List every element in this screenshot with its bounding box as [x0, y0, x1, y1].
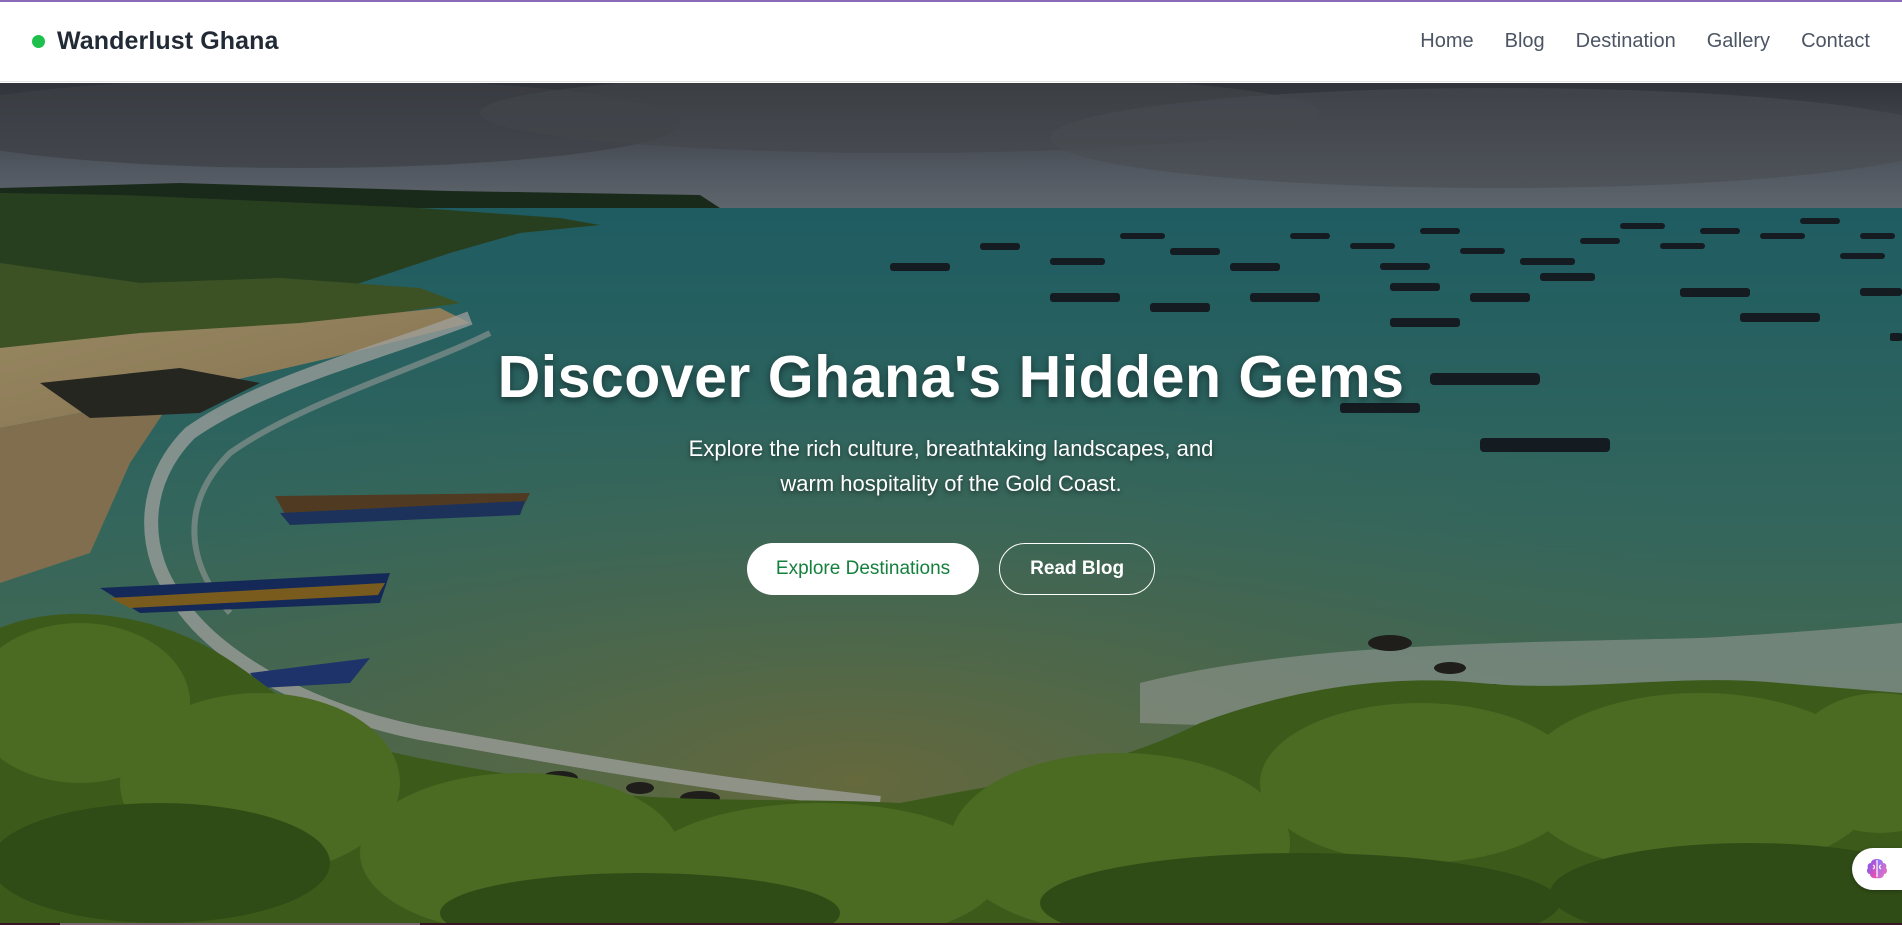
hero-content: Discover Ghana's Hidden Gems Explore the…	[0, 343, 1902, 595]
nav-link-destination[interactable]: Destination	[1576, 30, 1676, 53]
hero-title: Discover Ghana's Hidden Gems	[497, 344, 1405, 410]
nav-link-contact[interactable]: Contact	[1801, 30, 1870, 53]
brand-name[interactable]: Wanderlust Ghana	[57, 27, 279, 56]
read-blog-button[interactable]: Read Blog	[999, 543, 1156, 595]
main-nav: Home Blog Destination Gallery Contact	[1420, 30, 1870, 53]
brand-dot-icon	[32, 35, 45, 48]
brain-icon	[1866, 859, 1888, 879]
hero-buttons: Explore Destinations Read Blog	[0, 543, 1902, 595]
nav-link-gallery[interactable]: Gallery	[1707, 30, 1770, 53]
explore-destinations-button[interactable]: Explore Destinations	[746, 543, 980, 595]
nav-link-home[interactable]: Home	[1420, 30, 1473, 53]
brand[interactable]: Wanderlust Ghana	[32, 27, 279, 56]
hero-subtitle: Explore the rich culture, breathtaking l…	[688, 436, 1214, 496]
hero-section: Discover Ghana's Hidden Gems Explore the…	[0, 83, 1902, 925]
navbar: Wanderlust Ghana Home Blog Destination G…	[0, 2, 1902, 82]
assistant-widget-button[interactable]	[1852, 848, 1902, 890]
nav-link-blog[interactable]: Blog	[1505, 30, 1545, 53]
